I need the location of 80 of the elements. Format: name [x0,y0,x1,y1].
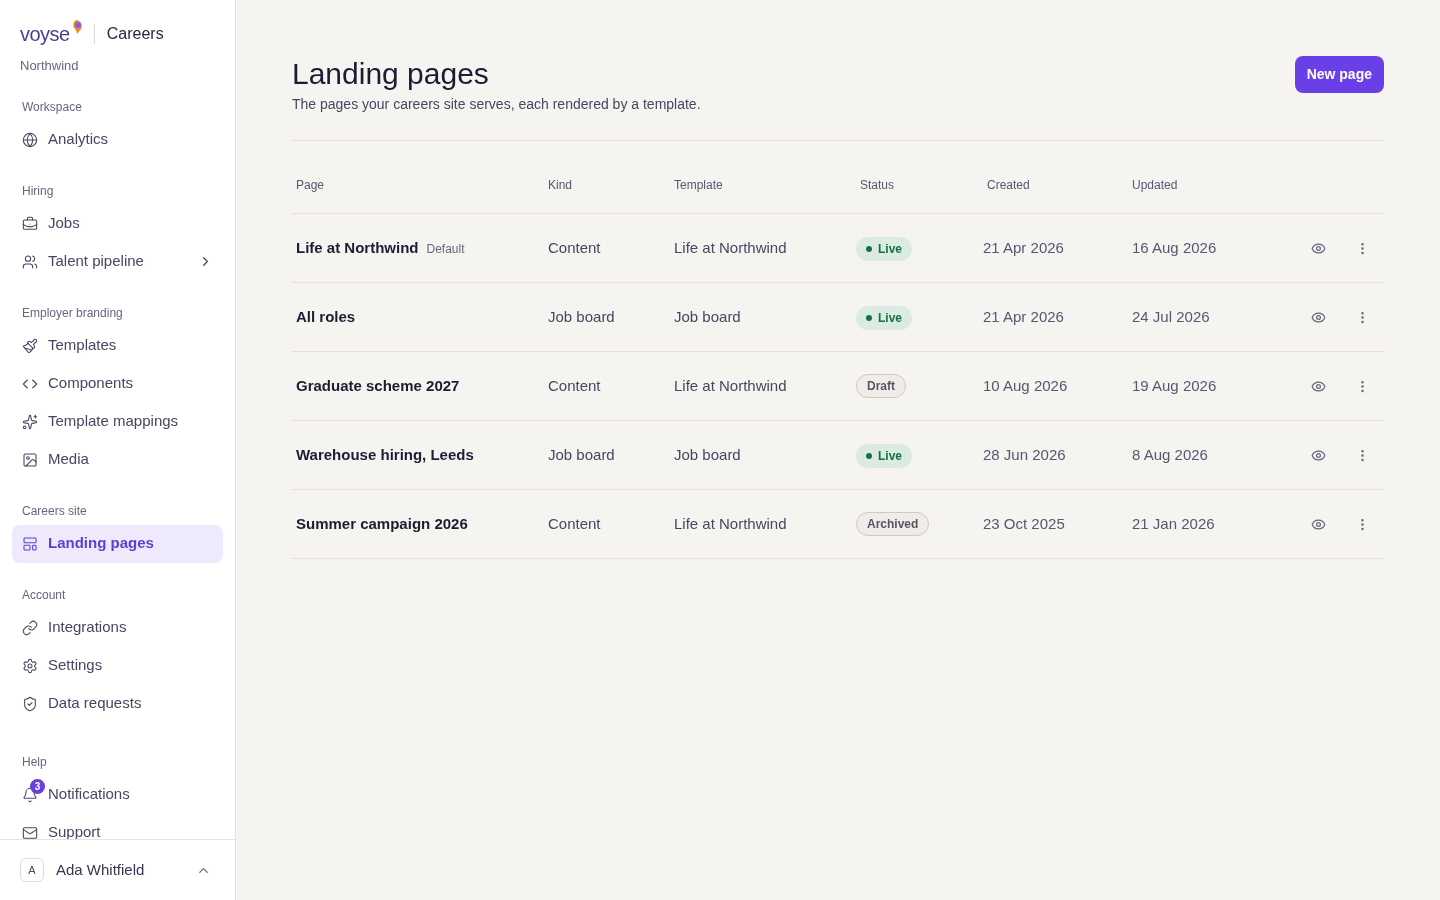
preview-icon[interactable] [1310,378,1326,394]
nav-item[interactable]: Landing pages [12,524,223,563]
page-subtitle: The pages your careers site serves, each rendered by a template. [292,95,701,114]
product-name: Careers [106,24,164,44]
mail-icon [22,824,38,839]
page-name[interactable]: Summer campaign 2026 [296,512,468,536]
table-cell-text: Life at Northwind [673,375,788,396]
preview-icon[interactable] [1310,516,1326,532]
table-cell-text: 8 Aug 2026 [1131,444,1209,465]
nav-item[interactable]: Talent pipeline [12,242,223,281]
page-name[interactable]: All roles [296,305,356,329]
column-header: Updated [1131,177,1179,194]
table-cell-text: Life at Northwind [673,513,788,534]
nav-heading: Employer branding [21,304,124,322]
table-cell-text: Life at Northwind [673,237,788,258]
table-cell-text: Content [547,237,602,258]
nav-heading: Help [21,753,48,771]
nav-heading: Hiring [21,182,55,200]
table-cell-text: Job board [547,306,616,327]
layout-icon [22,535,38,552]
logo-text: voyse [20,22,70,46]
nav-heading: Account [21,586,67,604]
globe-icon [22,131,38,148]
settings-icon [22,657,38,674]
briefcase-icon [22,215,38,232]
page-title: Landing pages [292,56,490,92]
nav-item[interactable]: Analytics [12,120,223,159]
shield-icon [22,695,38,712]
user-name[interactable]: Ada Whitfield [56,858,145,882]
page-name[interactable]: Graduate scheme 2027 [296,374,460,398]
table-cell-text: 21 Apr 2026 [983,306,1065,327]
preview-icon[interactable] [1310,240,1326,256]
preview-icon[interactable] [1310,447,1326,463]
table-cell-text: 21 Apr 2026 [983,237,1065,258]
image-icon [22,451,38,468]
table-cell-text: 23 Oct 2025 [983,513,1066,534]
table-cell-text: 10 Aug 2026 [983,375,1069,396]
column-header: Status [859,177,896,194]
org-name: Northwind [20,57,80,75]
status-badge: Archived [856,512,930,536]
sparkles-icon [22,413,38,430]
nav-item[interactable]: Template mappings [12,402,223,441]
default-tag: Default [426,239,465,258]
user-avatar: A [20,858,44,882]
table-cell-text: Job board [547,444,616,465]
users-icon [22,253,38,270]
status-badge: Live [856,443,912,468]
status-badge: Draft [856,374,906,398]
notification-badge: 3 [30,778,45,794]
nav-item[interactable]: 3 Notifications [12,775,223,814]
table-cell-text: 21 Jan 2026 [1131,513,1216,534]
status-badge: Live [856,236,912,261]
table-cell-text: Job board [673,306,742,327]
paintbrush-icon [22,337,38,354]
preview-icon[interactable] [1310,309,1326,325]
nav-heading: Workspace [21,98,83,116]
table-cell-text: 28 Jun 2026 [983,444,1067,465]
nav-item[interactable]: Components [12,364,223,403]
table-cell-text: 19 Aug 2026 [1131,375,1218,396]
column-header: Template [673,177,724,194]
column-header: Kind [547,177,574,194]
table-cell-text: Content [547,375,602,396]
new-page-button[interactable]: New page [1294,56,1384,93]
status-badge: Live [856,305,912,330]
table-cell-text: Job board [673,444,742,465]
link-icon [22,619,38,636]
table-cell-text: 16 Aug 2026 [1131,237,1218,258]
nav-item[interactable]: Templates [12,326,223,365]
nav-item[interactable]: Integrations [12,608,223,647]
column-header: Created [986,177,1031,194]
page-name[interactable]: Warehouse hiring, Leeds [296,443,474,467]
nav-item[interactable]: Data requests [12,684,223,723]
page-name[interactable]: Life at Northwind [296,236,419,260]
column-header: Page [295,177,326,194]
nav-heading: Careers site [21,502,88,520]
nav-item[interactable]: Jobs [12,204,223,243]
table-cell-text: Content [547,513,602,534]
nav-item[interactable]: Media [12,440,223,479]
table-cell-text: 24 Jul 2026 [1131,306,1211,327]
nav-item[interactable]: Settings [12,646,223,685]
